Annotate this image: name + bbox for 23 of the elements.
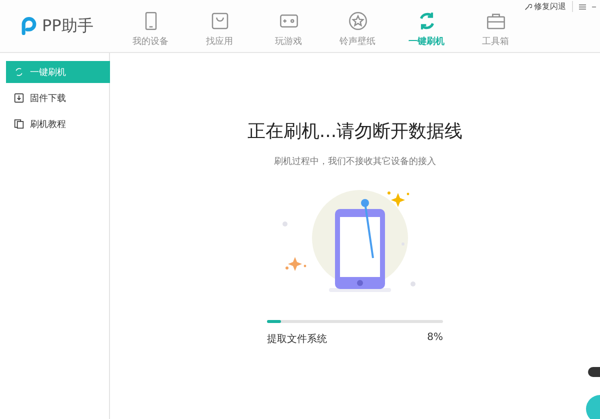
nav-tab[interactable]: 铃声壁纸 [323,4,392,48]
shopping-bag-icon [210,10,230,30]
subtitle-text: 刷机过程中，我们不接收其它设备的接入 [274,156,436,168]
refresh-icon [14,67,24,77]
app-name: PP助手 [42,16,94,36]
nav-tab[interactable]: 玩游戏 [254,4,323,48]
menu-icon[interactable] [579,4,586,10]
nav-tab[interactable]: 一键刷机 [392,4,461,48]
download-icon [14,93,24,103]
document-icon [14,119,24,129]
toolbox-icon [486,10,506,30]
nav-tab[interactable]: 我的设备 [116,4,185,48]
logo-icon [20,17,38,35]
progress-step-text: 提取文件系统 [267,332,327,346]
flashing-title: 正在刷机...请勿断开数据线 [247,120,463,143]
sidebar-item[interactable]: 刷机教程 [6,113,110,135]
repair-crash-link[interactable]: 修复闪退 [524,1,573,12]
sidebar-item[interactable]: 一键刷机 [6,61,110,83]
wrench-icon [524,2,532,10]
nav-tab[interactable]: 找应用 [185,4,254,48]
sidebar-item[interactable]: 固件下载 [6,87,110,109]
progress-percent: 8% [427,332,443,345]
minimize-icon[interactable] [592,6,596,8]
